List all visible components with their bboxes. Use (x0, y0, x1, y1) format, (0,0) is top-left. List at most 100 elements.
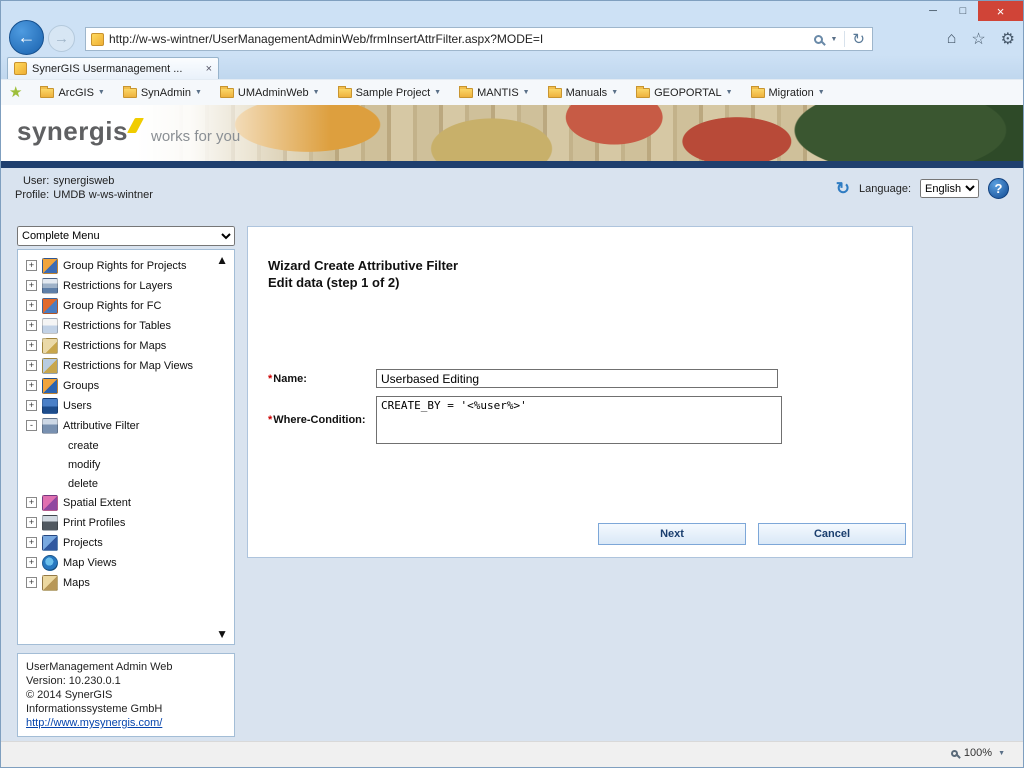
main-area: Wizard Create Attributive Filter Edit da… (247, 226, 913, 558)
tree-item-label: Group Rights for Projects (63, 258, 187, 273)
tab-title: SynerGIS Usermanagement ... (32, 63, 201, 75)
chevron-down-icon: ▼ (611, 89, 618, 96)
sidebar-item-delete[interactable]: delete (24, 474, 232, 493)
forward-button[interactable]: → (48, 25, 75, 52)
favorites-icon[interactable]: ☆ (971, 29, 985, 49)
folder-icon (40, 88, 54, 98)
home-icon[interactable]: ⌂ (947, 30, 957, 48)
favorite-arcgis[interactable]: ArcGIS ▼ (32, 83, 112, 103)
tree-item-label: Restrictions for Maps (63, 338, 166, 353)
zoom-caret-icon[interactable]: ▼ (998, 750, 1005, 757)
sidebar-item-group-rights-for-fc[interactable]: + Group Rights for FC (24, 296, 232, 316)
expand-icon[interactable]: + (26, 577, 37, 588)
expand-icon[interactable]: + (26, 497, 37, 508)
sidebar-item-restrictions-for-tables[interactable]: + Restrictions for Tables (24, 316, 232, 336)
tree-item-label: delete (68, 476, 98, 491)
sidebar-item-modify[interactable]: modify (24, 455, 232, 474)
wizard-buttons: Next Cancel (598, 523, 906, 545)
expand-icon[interactable]: + (26, 517, 37, 528)
profile-label: Profile: (15, 189, 49, 201)
company-name: Informationssysteme GmbH (26, 702, 226, 716)
add-favorite-icon[interactable]: ★ (9, 85, 22, 100)
tab-synergis-usermanagement[interactable]: SynerGIS Usermanagement ... × (7, 57, 219, 79)
favorite-label: Manuals (566, 87, 608, 99)
expand-icon[interactable]: + (26, 340, 37, 351)
expand-icon[interactable]: + (26, 280, 37, 291)
collapse-icon[interactable]: - (26, 420, 37, 431)
expand-icon[interactable]: + (26, 557, 37, 568)
favorite-synadmin[interactable]: SynAdmin ▼ (115, 83, 210, 103)
projects-icon (42, 535, 58, 551)
expand-icon[interactable]: + (26, 380, 37, 391)
close-button[interactable]: × (978, 1, 1023, 21)
sidebar-item-maps[interactable]: + Maps (24, 573, 232, 593)
synergis-logo: synergis (17, 116, 140, 147)
sidebar-item-create[interactable]: create (24, 436, 232, 455)
name-label: *Name: (268, 373, 376, 385)
favorite-migration[interactable]: Migration ▼ (743, 83, 833, 103)
zoom-control[interactable]: 100% ▼ (951, 747, 1005, 759)
sidebar-item-spatial-extent[interactable]: + Spatial Extent (24, 493, 232, 513)
favorite-label: ArcGIS (58, 87, 93, 99)
browser-window: ─ □ × ← → http://w-ws-wintner/UserManage… (0, 0, 1024, 768)
company-link[interactable]: http://www.mysynergis.com/ (26, 717, 162, 729)
sidebar-item-users[interactable]: + Users (24, 396, 232, 416)
menu-mode-select[interactable]: Complete Menu (17, 226, 235, 246)
sidebar-item-group-rights-for-projects[interactable]: + Group Rights for Projects (24, 256, 232, 276)
restrictions-map-views-icon (42, 358, 58, 374)
sync-icon[interactable]: ↻ (836, 180, 850, 197)
user-value: synergisweb (53, 175, 153, 187)
tree-item-label: modify (68, 457, 100, 472)
zoom-icon (951, 750, 958, 757)
settings-gear-icon[interactable]: ⚙ (1001, 29, 1015, 49)
sidebar-item-restrictions-for-map-views[interactable]: + Restrictions for Map Views (24, 356, 232, 376)
sidebar-item-print-profiles[interactable]: + Print Profiles (24, 513, 232, 533)
next-button[interactable]: Next (598, 523, 746, 545)
wizard-form: *Name: *Where-Condition: (268, 369, 912, 444)
expand-icon[interactable]: + (26, 360, 37, 371)
tree-scroll-up-icon[interactable]: ▲ (216, 254, 228, 266)
spatial-extent-icon (42, 495, 58, 511)
folder-icon (338, 88, 352, 98)
address-bar[interactable]: http://w-ws-wintner/UserManagementAdminW… (85, 27, 873, 51)
name-input[interactable] (376, 369, 778, 388)
where-condition-label: *Where-Condition: (268, 414, 376, 426)
folder-icon (459, 88, 473, 98)
sidebar-item-projects[interactable]: + Projects (24, 533, 232, 553)
back-button[interactable]: ← (9, 20, 44, 55)
favorite-mantis[interactable]: MANTIS ▼ (451, 83, 538, 103)
sidebar-item-restrictions-for-layers[interactable]: + Restrictions for Layers (24, 276, 232, 296)
expand-icon[interactable]: + (26, 537, 37, 548)
expand-icon[interactable]: + (26, 300, 37, 311)
sidebar-item-restrictions-for-maps[interactable]: + Restrictions for Maps (24, 336, 232, 356)
expand-icon[interactable]: + (26, 400, 37, 411)
refresh-icon[interactable]: ↻ (852, 32, 865, 47)
tree-item-label: Group Rights for FC (63, 298, 161, 313)
search-icon[interactable] (814, 35, 823, 44)
folder-icon (636, 88, 650, 98)
where-condition-textarea[interactable] (376, 396, 782, 444)
favorite-umadminweb[interactable]: UMAdminWeb ▼ (212, 83, 328, 103)
favorite-geoportal[interactable]: GEOPORTAL ▼ (628, 83, 740, 103)
expand-icon[interactable]: + (26, 260, 37, 271)
tree-scroll-down-icon[interactable]: ▼ (216, 628, 228, 640)
maximize-button[interactable]: □ (948, 1, 978, 21)
tree-item-label: Print Profiles (63, 515, 125, 530)
layers-icon (42, 278, 58, 294)
favorite-label: Migration (769, 87, 814, 99)
sidebar-item-groups[interactable]: + Groups (24, 376, 232, 396)
favorite-sample-project[interactable]: Sample Project ▼ (330, 83, 450, 103)
expand-icon[interactable]: + (26, 320, 37, 331)
favorite-manuals[interactable]: Manuals ▼ (540, 83, 627, 103)
minimize-button[interactable]: ─ (918, 1, 948, 21)
favorite-label: Sample Project (356, 87, 431, 99)
cancel-button[interactable]: Cancel (758, 523, 906, 545)
search-caret-icon[interactable]: ▼ (830, 36, 837, 43)
print-profiles-icon (42, 515, 58, 531)
help-icon[interactable]: ? (988, 178, 1009, 199)
url-text[interactable]: http://w-ws-wintner/UserManagementAdminW… (109, 32, 809, 46)
sidebar-item-map-views[interactable]: + Map Views (24, 553, 232, 573)
language-select[interactable]: English (920, 179, 979, 198)
sidebar-item-attributive-filter[interactable]: - Attributive Filter (24, 416, 232, 436)
tab-close-icon[interactable]: × (206, 63, 212, 75)
